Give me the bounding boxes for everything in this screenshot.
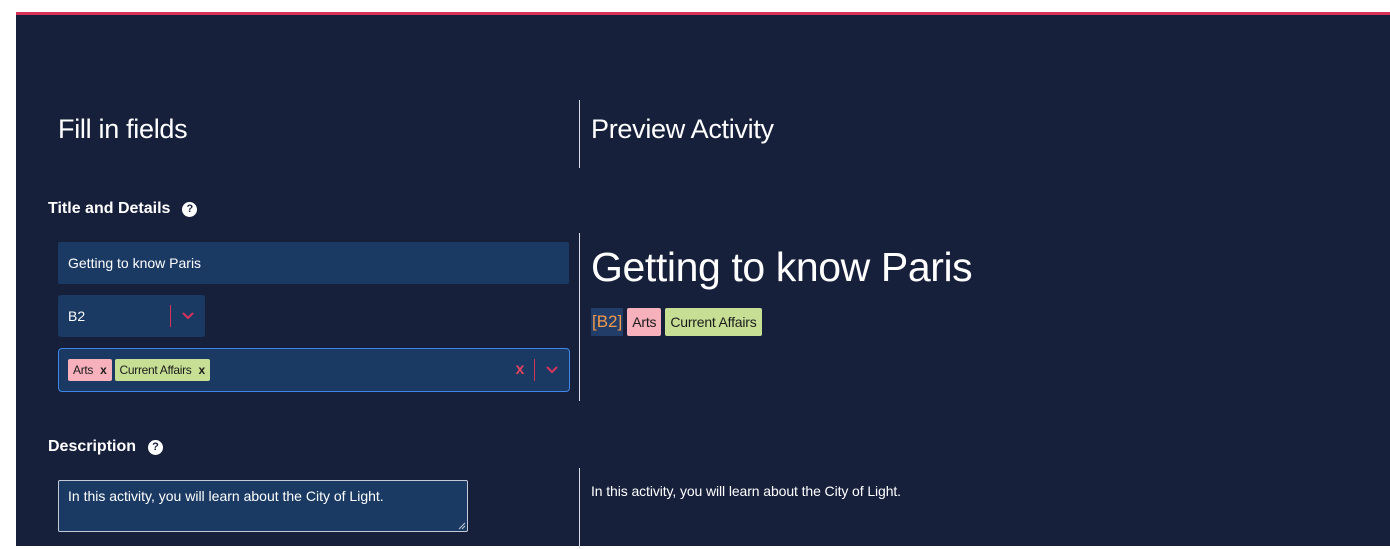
activity-editor: Fill in fields Title and Details ? B2 Ar…: [16, 12, 1390, 549]
topic-tag-arts: Arts x: [68, 359, 112, 381]
question-circle-icon[interactable]: ?: [148, 439, 164, 455]
resize-grip-icon[interactable]: [456, 520, 466, 530]
topics-multiselect[interactable]: Arts x Current Affairs x x: [58, 348, 570, 392]
topic-tags: Arts x Current Affairs x: [59, 359, 506, 381]
question-circle-icon[interactable]: ?: [182, 201, 198, 217]
description-text: Description: [48, 438, 137, 455]
description-textarea[interactable]: In this activity, you will learn about t…: [58, 480, 468, 532]
clear-all-icon[interactable]: x: [506, 361, 534, 379]
fill-in-fields-heading: Fill in fields: [58, 114, 188, 144]
remove-tag-icon[interactable]: x: [196, 363, 210, 377]
title-input[interactable]: [58, 242, 569, 284]
preview-title: Getting to know Paris: [591, 244, 973, 290]
topic-tag-current-affairs: Current Affairs x: [114, 359, 210, 381]
title-and-details-text: Title and Details: [48, 200, 171, 217]
chevron-down-icon[interactable]: [171, 312, 205, 320]
fill-in-fields-panel: Fill in fields Title and Details ? B2 Ar…: [16, 15, 579, 546]
title-and-details-label: Title and Details ?: [48, 200, 198, 218]
remove-tag-icon[interactable]: x: [97, 363, 111, 377]
preview-tags: [B2] Arts Current Affairs: [591, 308, 762, 336]
tag-label: Current Affairs: [119, 363, 192, 377]
preview-level-badge: [B2]: [591, 308, 624, 336]
chevron-down-icon[interactable]: [535, 366, 569, 374]
preview-tag-current-affairs: Current Affairs: [665, 308, 762, 336]
description-label: Description ?: [48, 438, 164, 456]
preview-tag-arts: Arts: [627, 308, 662, 336]
level-select[interactable]: B2: [58, 295, 205, 337]
level-select-value: B2: [68, 308, 86, 324]
preview-activity-heading: Preview Activity: [591, 114, 774, 144]
preview-activity-panel: Preview Activity Getting to know Paris […: [580, 15, 1390, 546]
preview-description: In this activity, you will learn about t…: [591, 483, 901, 499]
tag-label: Arts: [73, 363, 94, 377]
